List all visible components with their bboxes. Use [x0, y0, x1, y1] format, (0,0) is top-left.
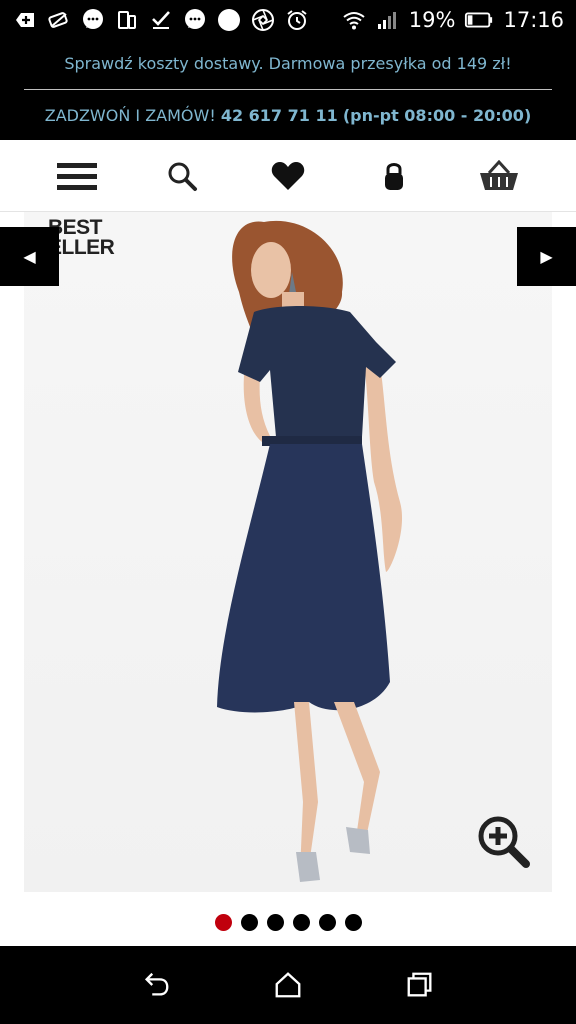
wifi-icon — [341, 7, 367, 33]
cart-button[interactable] — [477, 156, 521, 196]
aperture-icon — [250, 7, 276, 33]
chat-icon — [182, 7, 208, 33]
notification-icons — [12, 7, 310, 33]
wishlist-button[interactable] — [266, 156, 310, 196]
status-bar: 19% 17:16 — [0, 0, 576, 40]
chat-icon — [80, 7, 106, 33]
arrow-right-icon: ▶ — [540, 248, 553, 266]
battery-saver-icon — [46, 7, 72, 33]
tablet-icon — [114, 7, 140, 33]
back-button[interactable] — [136, 965, 176, 1005]
recent-apps-button[interactable] — [400, 965, 440, 1005]
system-navigation-bar — [0, 946, 576, 1024]
call-to-order[interactable]: ZADZWOŃ I ZAMÓW! 42 617 71 11 (pn-pt 08:… — [0, 106, 576, 125]
zoom-in-icon — [478, 816, 530, 868]
gallery-dot[interactable] — [344, 914, 362, 931]
basket-icon — [480, 160, 518, 190]
clock: 17:16 — [503, 8, 564, 32]
next-image-button[interactable]: ▶ — [517, 227, 576, 286]
menu-button[interactable] — [55, 156, 99, 196]
arrow-left-icon: ◀ — [23, 248, 36, 266]
gallery-dot[interactable] — [318, 914, 336, 931]
back-icon — [144, 972, 169, 996]
gallery-dot-active[interactable] — [214, 914, 232, 931]
battery-percent: 19% — [408, 8, 456, 32]
signal-icon — [375, 7, 401, 33]
home-button[interactable] — [268, 965, 308, 1005]
call-prefix: ZADZWOŃ I ZAMÓW! — [44, 106, 216, 125]
battery-icon — [463, 7, 495, 33]
search-button[interactable] — [160, 156, 204, 196]
system-status: 19% 17:16 — [341, 7, 564, 33]
promo-divider — [24, 89, 552, 90]
gallery-dot[interactable] — [266, 914, 284, 931]
circle-icon — [216, 7, 242, 33]
home-icon — [275, 972, 301, 998]
model-dress-image — [217, 220, 403, 882]
product-photo[interactable] — [24, 212, 552, 892]
account-button[interactable] — [372, 156, 416, 196]
shipping-info[interactable]: Sprawdź koszty dostawy. Darmowa przesyłk… — [0, 54, 576, 73]
gallery-pagination — [0, 914, 576, 936]
check-icon — [148, 7, 174, 33]
main-nav — [0, 140, 576, 212]
hours: (pn-pt 08:00 - 20:00) — [342, 106, 532, 125]
recent-apps-icon — [407, 972, 432, 997]
heart-icon — [271, 162, 305, 190]
gallery-dot[interactable] — [292, 914, 310, 931]
menu-icon — [57, 163, 97, 190]
phone-number[interactable]: 42 617 71 11 — [221, 106, 338, 125]
gallery-dot[interactable] — [240, 914, 258, 931]
prev-image-button[interactable]: ◀ — [0, 227, 59, 286]
lock-icon — [385, 163, 403, 190]
product-gallery: BEST ELLER ◀ ▶ — [0, 212, 576, 902]
promo-header: Sprawdź koszty dostawy. Darmowa przesyłk… — [0, 40, 576, 140]
search-icon — [168, 162, 197, 191]
alarm-icon — [284, 7, 310, 33]
zoom-button[interactable] — [476, 814, 530, 868]
add-icon — [12, 7, 38, 33]
